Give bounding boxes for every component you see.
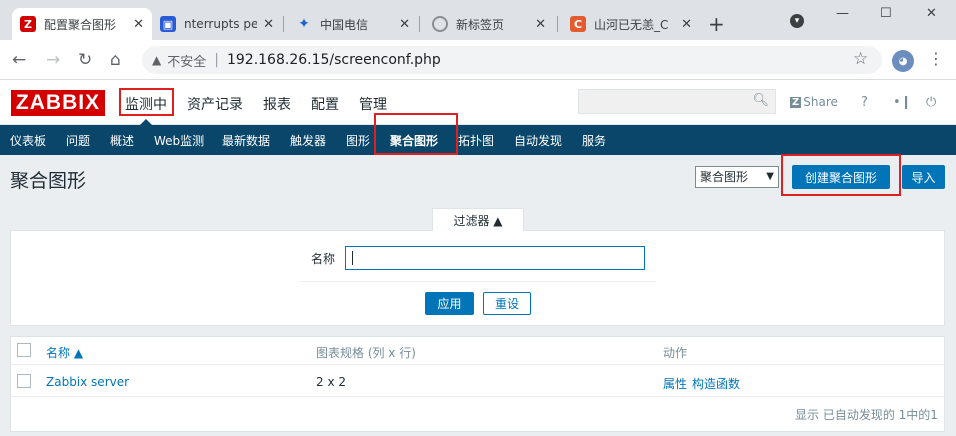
constructor-link[interactable]: 构造函数 — [692, 375, 740, 392]
table-footer-count: 显示 已自动发现的 1中的1 — [795, 408, 938, 422]
new-tab-button[interactable]: + — [708, 12, 725, 36]
profile-avatar[interactable]: ◕ — [892, 50, 914, 72]
security-label: 不安全 — [167, 54, 207, 70]
tab-title: 新标签页 — [456, 17, 505, 32]
home-icon[interactable]: ⌂ — [110, 50, 121, 70]
subnav-web[interactable]: Web监测 — [154, 132, 204, 149]
filter-tab[interactable]: 过滤器 ▲ — [432, 208, 524, 231]
browser-menu-icon[interactable]: ⋮ — [928, 49, 944, 68]
properties-link[interactable]: 属性 — [663, 375, 687, 392]
filter-panel — [10, 230, 945, 326]
warning-icon: ▲ — [152, 53, 162, 67]
subnav-discovery[interactable]: 自动发现 — [514, 132, 562, 149]
highlight-box — [781, 154, 901, 196]
view-select-value: 聚合图形 — [700, 170, 749, 184]
table-row-name-link[interactable]: Zabbix server — [46, 375, 129, 389]
row-checkbox[interactable] — [17, 374, 31, 388]
subnav-graphs[interactable]: 图形 — [346, 132, 370, 149]
share-icon: Z — [790, 96, 802, 108]
close-tab-icon[interactable]: ✕ — [399, 17, 410, 32]
reload-icon[interactable]: ↻ — [78, 50, 92, 70]
browser-tab[interactable]: C 山河已无恙_C ✕ — [562, 8, 700, 40]
tab-title: nterrupts per — [184, 17, 258, 31]
minimize-icon[interactable]: — — [836, 6, 849, 21]
subnav-services[interactable]: 服务 — [582, 132, 606, 149]
sign-out-icon[interactable]: ⏻ — [926, 95, 936, 110]
table-row-dimension: 2 x 2 — [316, 375, 346, 389]
highlight-box — [374, 113, 458, 155]
bookmark-star-icon[interactable]: ☆ — [853, 49, 868, 69]
telecom-favicon-icon: ✦ — [298, 16, 310, 32]
menu-inventory[interactable]: 资产记录 — [187, 94, 243, 114]
omnibox[interactable]: ▲ 不安全 | 192.168.26.15/screenconf.php — [142, 46, 882, 74]
menu-administration[interactable]: 管理 — [359, 94, 387, 114]
close-tab-icon[interactable]: ✕ — [263, 17, 274, 32]
close-window-icon[interactable]: ✕ — [926, 6, 937, 21]
user-profile-icon[interactable]: •❙ — [893, 95, 912, 110]
subnav-maps[interactable]: 拓扑图 — [458, 132, 494, 149]
new-tab-favicon-icon — [432, 16, 448, 32]
filter-name-label: 名称 — [311, 252, 336, 266]
reset-button[interactable]: 重设 — [483, 292, 531, 315]
maximize-icon[interactable]: ☐ — [880, 6, 892, 21]
tab-title: 配置聚合图形 — [44, 17, 117, 32]
view-select[interactable]: 聚合图形 ▼ — [695, 166, 779, 188]
browser-tab-active[interactable]: Z 配置聚合图形 ✕ — [12, 8, 152, 40]
highlight-box — [119, 88, 174, 116]
column-header-dimension: 图表规格 (列 x 行) — [316, 346, 416, 360]
csdn-favicon-icon: C — [570, 16, 586, 32]
search-icon[interactable]: 🔍︎ — [752, 93, 769, 108]
column-header-actions: 动作 — [663, 346, 688, 360]
share-label: Share — [803, 95, 838, 109]
menu-configuration[interactable]: 配置 — [311, 94, 339, 114]
chevron-down-icon: ▼ — [766, 171, 774, 182]
browser-tab[interactable]: 新标签页 ✕ — [424, 8, 554, 40]
subnav-triggers[interactable]: 触发器 — [290, 132, 326, 149]
zabbix-logo[interactable]: ZABBIX — [11, 90, 105, 116]
close-tab-icon[interactable]: ✕ — [535, 17, 546, 32]
back-icon[interactable]: ← — [12, 50, 26, 70]
subnav-dashboard[interactable]: 仪表板 — [10, 132, 46, 149]
subnav-problems[interactable]: 问题 — [66, 132, 90, 149]
close-tab-icon[interactable]: ✕ — [681, 17, 692, 32]
import-button[interactable]: 导入 — [902, 165, 945, 189]
subnav-overview[interactable]: 概述 — [110, 132, 134, 149]
filter-name-input[interactable] — [345, 246, 645, 270]
apply-button[interactable]: 应用 — [425, 292, 474, 315]
zabbix-favicon-icon: Z — [20, 16, 36, 32]
browser-tab[interactable]: ▣ nterrupts per ✕ — [152, 8, 282, 40]
column-header-name[interactable]: 名称 ▲ — [46, 344, 83, 361]
help-icon[interactable]: ? — [861, 95, 868, 110]
tab-title: 山河已无恙_C — [594, 17, 669, 32]
share-link[interactable]: Z Share — [790, 95, 838, 109]
select-all-checkbox[interactable] — [17, 343, 31, 357]
page-favicon-icon: ▣ — [160, 16, 176, 32]
global-search-input[interactable]: 🔍︎ — [578, 89, 776, 114]
close-tab-icon[interactable]: ✕ — [133, 17, 144, 32]
subnav-latest-data[interactable]: 最新数据 — [222, 132, 270, 149]
menu-reports[interactable]: 报表 — [263, 94, 291, 114]
forward-icon[interactable]: → — [46, 50, 60, 70]
tab-search-icon[interactable]: ▾ — [790, 14, 804, 28]
page-title: 聚合图形 — [10, 170, 87, 192]
tab-title: 中国电信 — [320, 17, 369, 32]
browser-tab[interactable]: ✦ 中国电信 ✕ — [288, 8, 418, 40]
url-text: 192.168.26.15/screenconf.php — [226, 52, 441, 68]
